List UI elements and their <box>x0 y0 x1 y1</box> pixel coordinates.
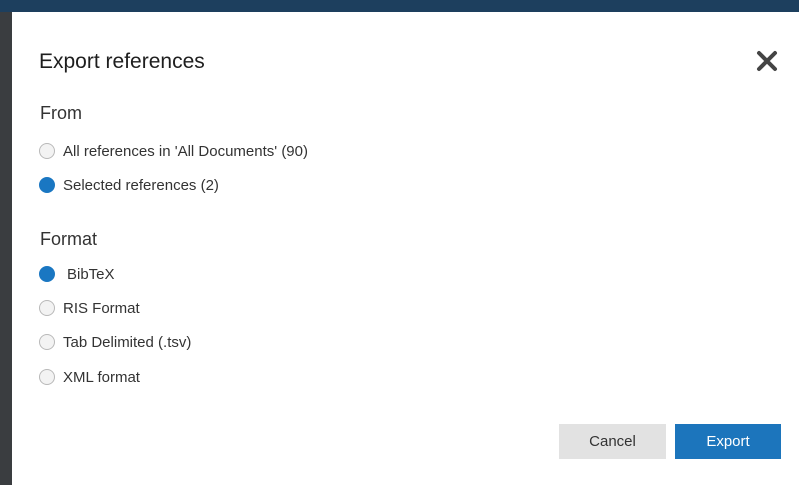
format-heading: Format <box>40 229 98 249</box>
radio-unchecked-icon[interactable] <box>39 369 55 385</box>
close-button[interactable] <box>752 46 782 76</box>
radio-unchecked-icon[interactable] <box>39 143 55 159</box>
radio-unchecked-icon[interactable] <box>39 334 55 350</box>
close-icon <box>757 51 777 71</box>
from-heading: From <box>40 103 82 123</box>
radio-checked-icon[interactable] <box>39 177 55 193</box>
dialog-title: Export references <box>39 50 205 73</box>
format-option-bibtex[interactable]: BibTeX <box>39 263 115 285</box>
format-option-xml[interactable]: XML format <box>39 366 140 388</box>
cancel-button[interactable]: Cancel <box>559 424 666 459</box>
from-option-selected-label: Selected references (2) <box>63 176 219 194</box>
export-references-dialog: Export references From All references in… <box>12 12 799 485</box>
app-header-strip <box>0 0 799 12</box>
radio-checked-icon[interactable] <box>39 266 55 282</box>
radio-unchecked-icon[interactable] <box>39 300 55 316</box>
from-option-all[interactable]: All references in 'All Documents' (90) <box>39 140 308 162</box>
format-option-xml-label: XML format <box>63 368 140 386</box>
format-option-tsv[interactable]: Tab Delimited (.tsv) <box>39 331 191 353</box>
format-option-bibtex-label: BibTeX <box>67 265 115 283</box>
export-button[interactable]: Export <box>675 424 781 459</box>
from-option-selected[interactable]: Selected references (2) <box>39 174 219 196</box>
format-option-ris-label: RIS Format <box>63 299 140 317</box>
format-option-ris[interactable]: RIS Format <box>39 297 140 319</box>
format-option-tsv-label: Tab Delimited (.tsv) <box>63 333 192 351</box>
from-option-all-label: All references in 'All Documents' (90) <box>63 142 308 160</box>
